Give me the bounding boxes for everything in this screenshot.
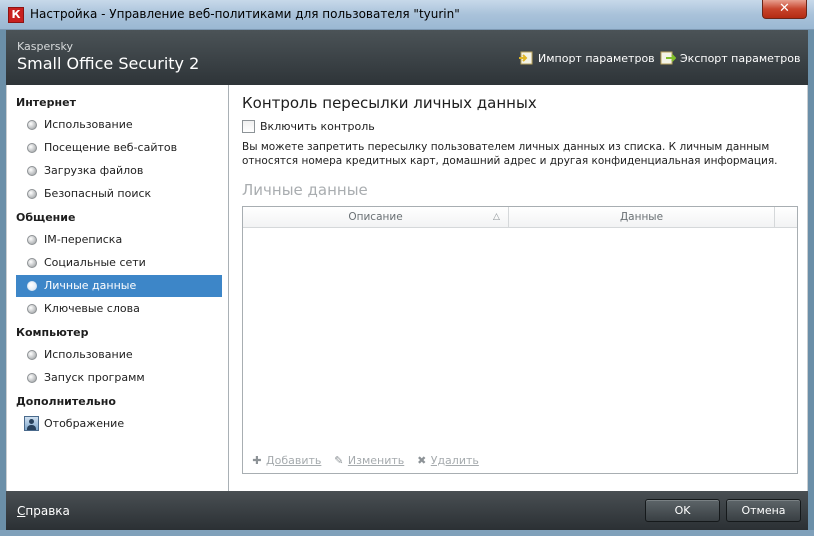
table-actions: ✚ Добавить ✎ Изменить ✖ Удалить (251, 454, 487, 468)
main-area: Интернет Использование Посещение веб-сай… (6, 85, 808, 491)
sidebar-item-label: Запуск программ (44, 371, 145, 384)
description-text: Вы можете запретить пересылку пользовате… (242, 141, 778, 167)
sidebar-item-computer-usage[interactable]: Использование (16, 344, 222, 366)
radio-dot-icon (27, 120, 37, 130)
product-header: Kaspersky Small Office Security 2 Импорт… (6, 30, 808, 85)
sidebar-item-label: Загрузка файлов (44, 164, 144, 177)
import-icon (519, 51, 533, 65)
radio-dot-icon (27, 304, 37, 314)
import-settings-label: Импорт параметров (538, 52, 655, 65)
sidebar-item-label: IM-переписка (44, 233, 123, 246)
sidebar-item-website-visits[interactable]: Посещение веб-сайтов (16, 137, 222, 159)
sidebar-group-internet: Интернет (16, 96, 76, 109)
add-button[interactable]: ✚ Добавить (251, 454, 321, 467)
radio-dot-icon (27, 350, 37, 360)
radio-dot-icon (27, 189, 37, 199)
edit-label: Изменить (347, 454, 405, 467)
sidebar-item-label: Использование (44, 348, 133, 361)
window-close-button[interactable]: ✕ (762, 0, 807, 19)
sidebar-item-file-downloads[interactable]: Загрузка файлов (16, 160, 222, 182)
sort-ascending-icon: △ (493, 212, 500, 222)
sidebar-item-label: Безопасный поиск (44, 187, 152, 200)
ok-button[interactable]: OK (645, 499, 720, 522)
sidebar: Интернет Использование Посещение веб-сай… (7, 85, 229, 491)
kaspersky-app-icon: К (8, 7, 24, 23)
sidebar-item-label: Посещение веб-сайтов (44, 141, 178, 154)
sidebar-group-additional: Дополнительно (16, 395, 116, 408)
import-settings-button[interactable]: Импорт параметров (518, 51, 655, 65)
add-label: Добавить (266, 454, 322, 467)
cancel-button[interactable]: Отмена (726, 499, 801, 522)
content-panel: Контроль пересылки личных данных Включит… (230, 85, 807, 491)
export-settings-label: Экспорт параметров (680, 52, 801, 65)
personal-data-table[interactable]: Описание △ Данные ✚ Добавить ✎ Изменить ✖ У… (242, 206, 798, 474)
window-frame-bottom (0, 530, 814, 536)
sidebar-item-display[interactable]: Отображение (16, 413, 222, 435)
sidebar-item-keywords[interactable]: Ключевые слова (16, 298, 222, 320)
brand-vendor: Kaspersky (17, 40, 73, 53)
sidebar-item-label: Личные данные (44, 279, 137, 292)
column-header-data[interactable]: Данные (509, 207, 775, 228)
window-title: Настройка - Управление веб-политиками дл… (30, 7, 460, 21)
radio-dot-icon (27, 258, 37, 268)
sidebar-item-im[interactable]: IM-переписка (16, 229, 222, 251)
sidebar-item-app-launch[interactable]: Запуск программ (16, 367, 222, 389)
column-header-label: Описание (348, 211, 403, 223)
sidebar-item-safe-search[interactable]: Безопасный поиск (16, 183, 222, 205)
bottom-bar: Справка OK Отмена (6, 491, 808, 530)
delete-x-icon: ✖ (417, 454, 427, 467)
sidebar-group-communication: Общение (16, 211, 76, 224)
delete-label: Удалить (430, 454, 479, 467)
brand-product: Small Office Security 2 (17, 54, 200, 73)
sidebar-item-label: Использование (44, 118, 133, 131)
radio-dot-icon (27, 166, 37, 176)
table-header: Описание △ Данные (243, 207, 797, 228)
help-link[interactable]: Справка (17, 504, 70, 518)
sidebar-item-label: Социальные сети (44, 256, 146, 269)
column-header-label: Данные (619, 211, 664, 223)
plus-icon: ✚ (252, 454, 262, 467)
page-title: Контроль пересылки личных данных (242, 94, 537, 112)
column-header-description[interactable]: Описание △ (243, 207, 509, 228)
sidebar-item-personal-data[interactable]: Личные данные (16, 275, 222, 297)
edit-button[interactable]: ✎ Изменить (333, 454, 404, 467)
window-titlebar[interactable]: К Настройка - Управление веб-политиками … (0, 0, 814, 30)
radio-dot-icon (27, 143, 37, 153)
sidebar-group-computer: Компьютер (16, 326, 89, 339)
radio-dot-icon (27, 373, 37, 383)
radio-dot-icon (27, 281, 37, 291)
export-settings-button[interactable]: Экспорт параметров (660, 51, 801, 65)
sidebar-item-internet-usage[interactable]: Использование (16, 114, 222, 136)
enable-control-label[interactable]: Включить контроль (260, 120, 375, 133)
sidebar-item-label: Ключевые слова (44, 302, 140, 315)
sidebar-item-label: Отображение (44, 417, 125, 430)
section-title: Личные данные (242, 181, 368, 199)
close-icon: ✕ (779, 1, 790, 16)
user-icon (24, 416, 39, 431)
sidebar-item-social-networks[interactable]: Социальные сети (16, 252, 222, 274)
export-icon (660, 51, 676, 65)
enable-control-checkbox[interactable] (242, 120, 255, 133)
radio-dot-icon (27, 235, 37, 245)
delete-button[interactable]: ✖ Удалить (416, 454, 479, 467)
pencil-icon: ✎ (334, 454, 344, 467)
